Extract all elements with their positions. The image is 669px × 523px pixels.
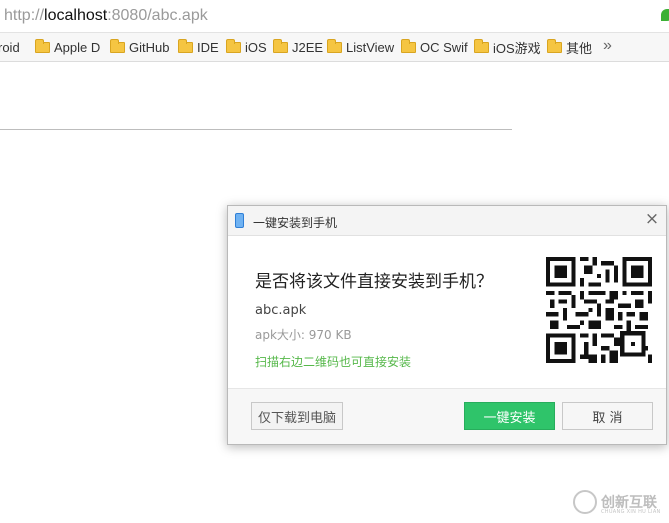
bookmark-item[interactable]: roid [0,33,20,61]
url-host: localhost [44,7,108,24]
bookmarks-overflow-icon[interactable]: » [603,37,612,55]
url-path: :8080/abc.apk [107,7,208,24]
url-scheme: http:// [4,7,45,24]
bookmark-label: OC Swif [420,39,468,55]
phone-icon [235,213,244,228]
bookmark-label: ListView [346,39,395,55]
bookmarks-bar: roid Apple D GitHub IDE iOS J2EE ListVie… [0,33,669,62]
folder-icon [273,38,288,53]
folder-icon [35,38,50,53]
dialog-title: 一键安装到手机 [253,216,338,230]
cancel-button[interactable]: 取 消 [562,402,653,430]
extension-leaf-icon[interactable] [661,9,669,21]
one-click-install-button[interactable]: 一键安装 [464,402,555,430]
install-question: 是否将该文件直接安装到手机？ [255,272,493,292]
bookmark-folder[interactable]: GitHub [110,33,169,61]
address-bar[interactable]: http://localhost:8080/abc.apk [0,0,669,33]
bookmark-folder[interactable]: OC Swif [401,33,468,61]
close-icon[interactable]: × [644,211,660,228]
folder-icon [474,38,489,53]
scan-hint: 扫描右边二维码也可直接安装 [255,355,412,369]
folder-icon [547,38,562,53]
folder-icon [327,38,342,53]
watermark-icon [573,490,597,514]
qr-code [546,257,652,363]
file-size: apk大小: 970 KB [255,328,352,342]
bookmark-label: iOS [245,39,267,55]
install-dialog: 一键安装到手机 × 是否将该文件直接安装到手机？ abc.apk apk大小: … [227,205,667,445]
bookmark-label: J2EE [292,39,324,55]
bookmark-folder[interactable]: ListView [327,33,394,61]
bookmark-folder[interactable]: Apple D [35,33,100,61]
bookmark-folder[interactable]: IDE [178,33,219,61]
bookmark-folder[interactable]: iOS游戏 [474,33,541,61]
folder-icon [401,38,416,53]
bookmark-label: roid [0,39,20,55]
bookmark-label: Apple D [54,39,101,55]
bookmark-label: GitHub [129,39,170,55]
url-text[interactable]: http://localhost:8080/abc.apk [4,7,208,25]
watermark-subtext: CHUANG XIN HU LIAN [601,509,661,515]
watermark-logo: 创新互联 CHUANG XIN HU LIAN [573,490,669,516]
dialog-titlebar: 一键安装到手机 × [228,206,666,236]
bookmark-folder[interactable]: 其他 [547,33,592,61]
file-name: abc.apk [255,303,307,318]
folder-icon [226,38,241,53]
bookmark-label: IDE [197,39,219,55]
folder-icon [178,38,193,53]
bookmark-label: iOS游戏 [493,40,541,56]
dialog-footer: 仅下载到电脑 一键安装 取 消 [228,388,666,444]
download-to-pc-button[interactable]: 仅下载到电脑 [251,402,343,430]
folder-icon [110,38,125,53]
bookmark-folder[interactable]: iOS [226,33,267,61]
bookmark-label: 其他 [566,40,593,56]
page-divider [0,129,512,130]
bookmark-folder[interactable]: J2EE [273,33,323,61]
